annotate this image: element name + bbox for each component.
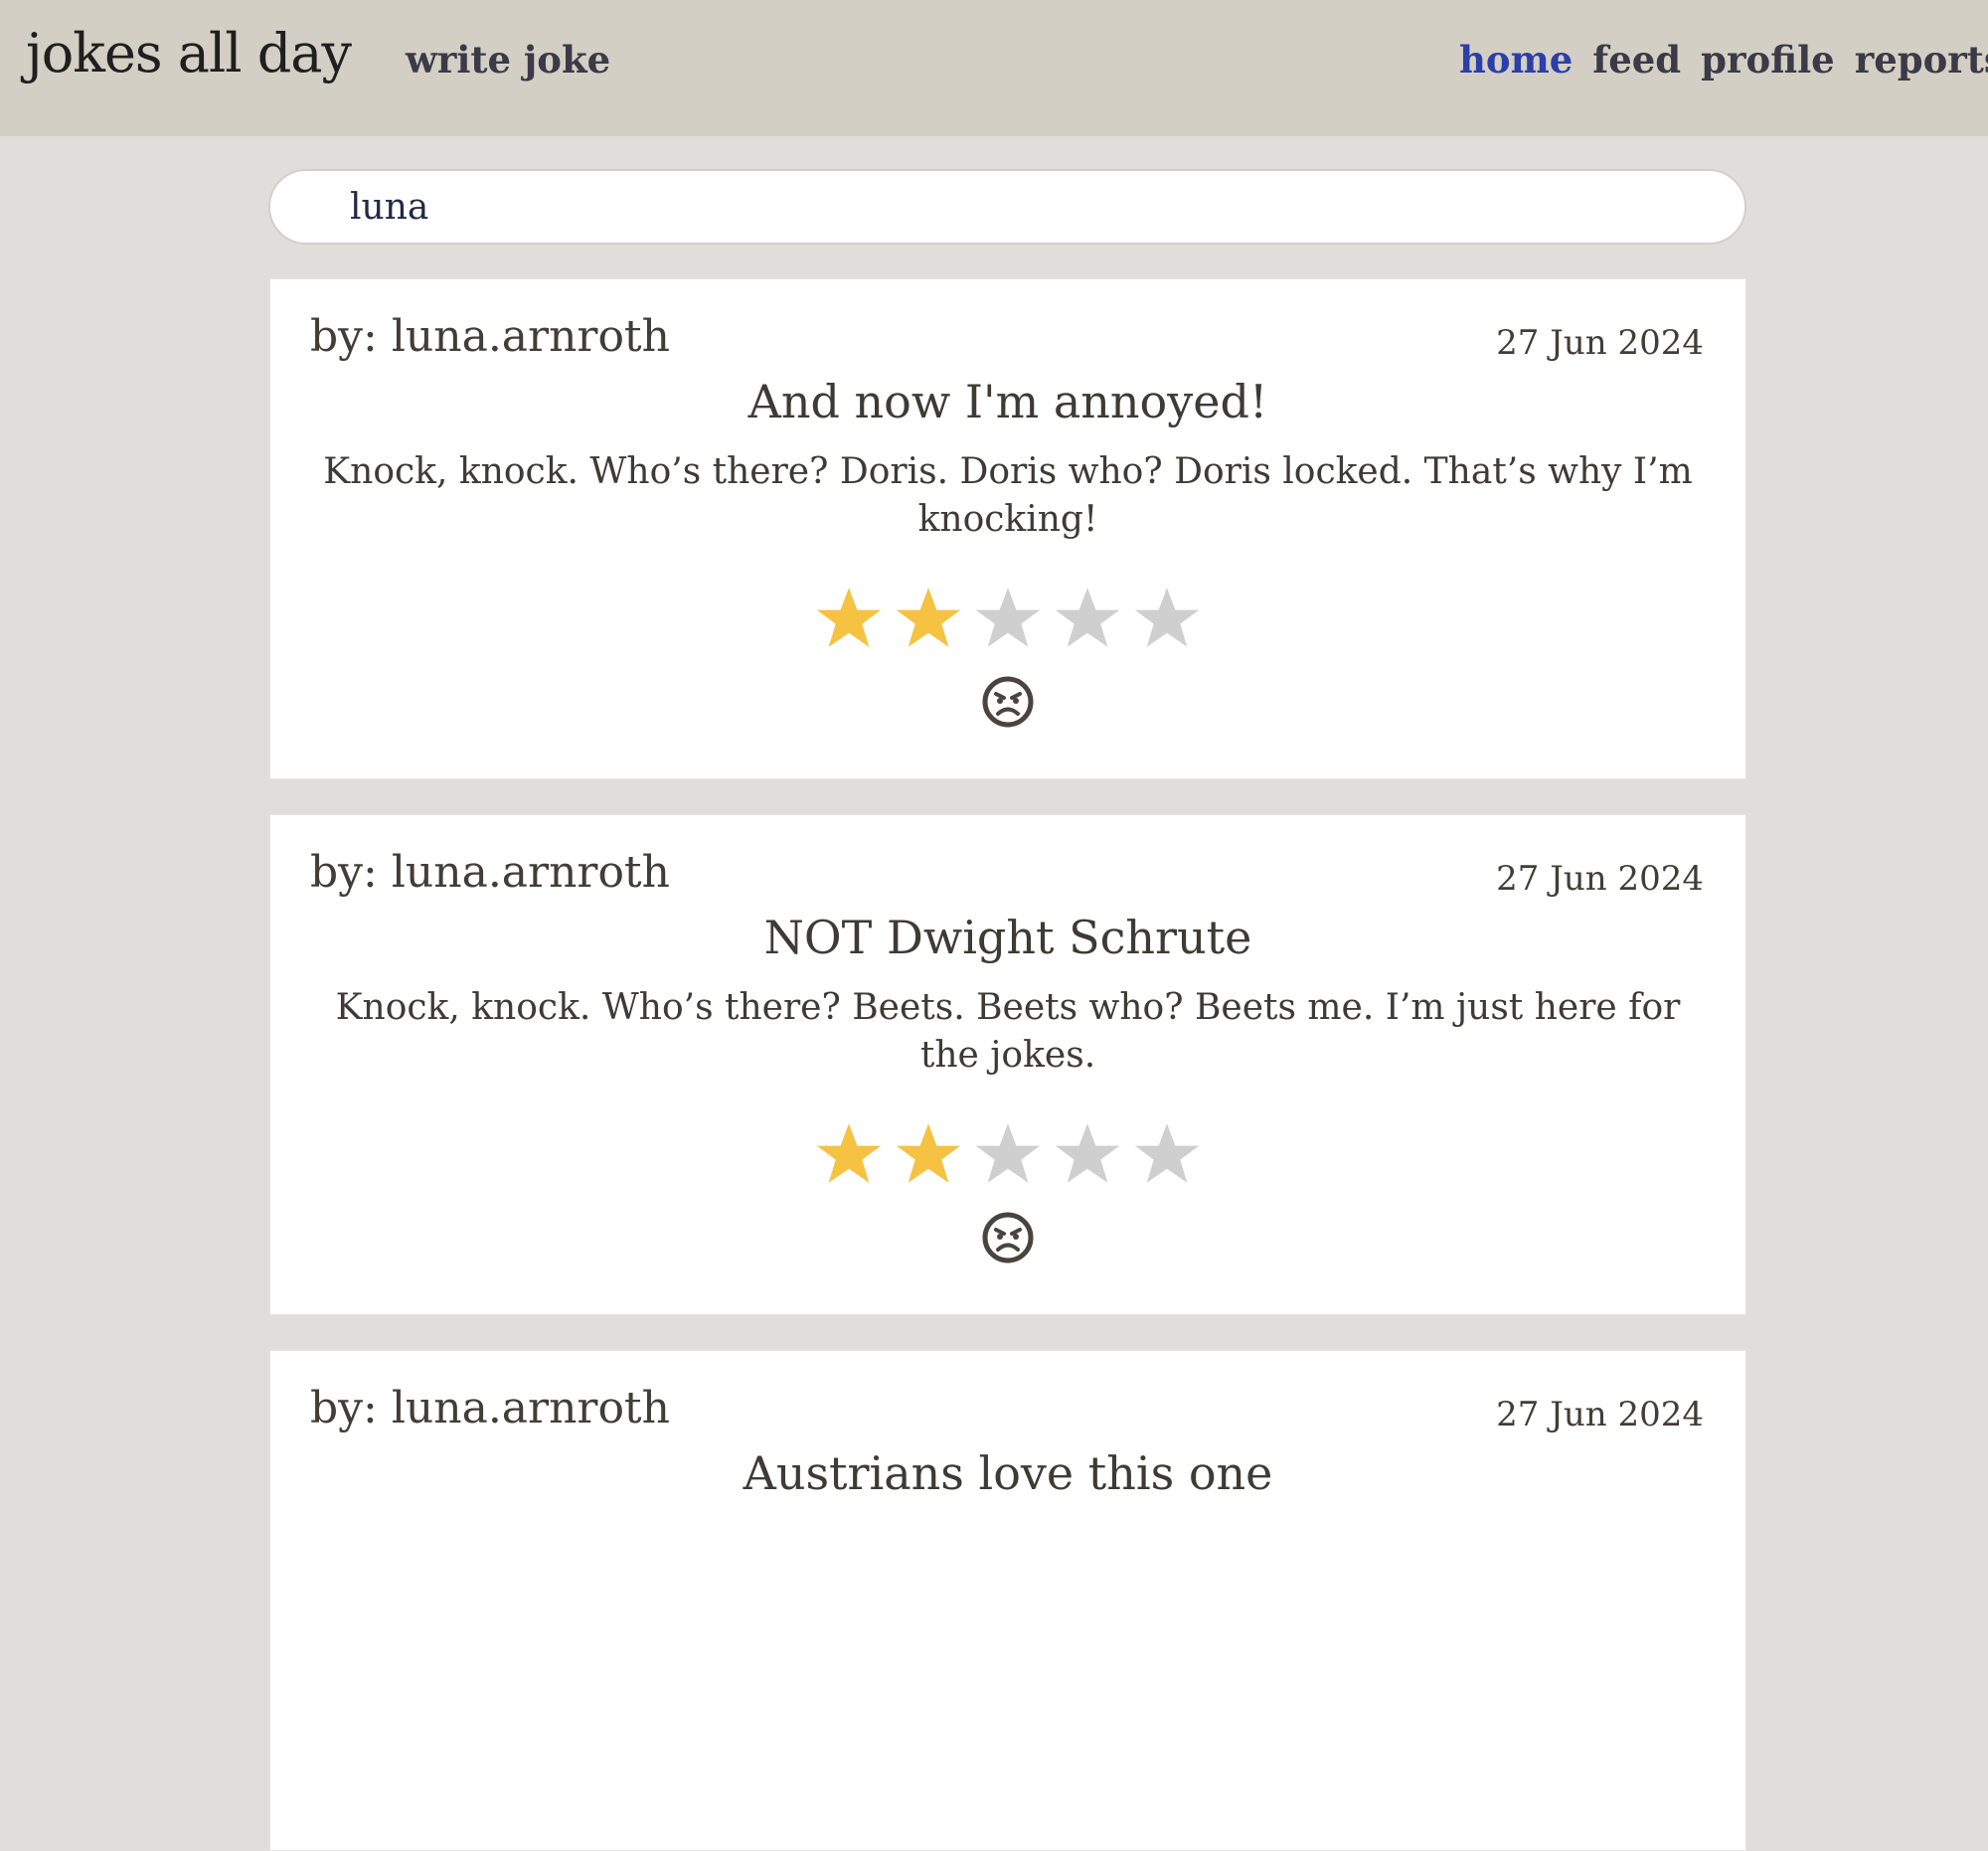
site-logo-text[interactable]: jokes all day [26, 22, 352, 84]
star-icon[interactable] [814, 584, 884, 653]
nav-feed-link[interactable]: feed [1592, 38, 1681, 82]
star-icon[interactable] [1053, 584, 1122, 653]
angry-face-icon[interactable] [981, 675, 1035, 729]
search-bar [268, 169, 1746, 245]
joke-date: 27 Jun 2024 [1496, 1395, 1704, 1434]
search-input[interactable] [270, 171, 1744, 243]
joke-title: And now I'm annoyed! [747, 375, 1268, 428]
star-icon[interactable] [973, 1119, 1043, 1189]
joke-card: by: luna.arnroth 27 Jun 2024 NOT Dwight Sc… [269, 814, 1746, 1315]
nav-reports-link[interactable]: reports [1855, 38, 1988, 82]
joke-date: 27 Jun 2024 [1496, 859, 1704, 899]
joke-author[interactable]: by: luna.arnroth [310, 1383, 670, 1433]
nav-profile-link[interactable]: profile [1701, 38, 1835, 82]
joke-title: Austrians love this one [743, 1446, 1273, 1500]
star-icon[interactable] [894, 1119, 963, 1189]
main-nav: home feed profile reports l [1459, 38, 1988, 82]
star-rating [270, 1119, 1745, 1189]
star-rating [270, 584, 1745, 653]
joke-body: Knock, knock. Who’s there? Doris. Doris … [323, 451, 1693, 540]
joke-body: Knock, knock. Who’s there? Beets. Beets … [335, 987, 1681, 1076]
star-icon[interactable] [1132, 1119, 1202, 1189]
joke-date: 27 Jun 2024 [1496, 323, 1704, 363]
star-icon[interactable] [1053, 1119, 1122, 1189]
joke-author[interactable]: by: luna.arnroth [310, 311, 670, 362]
joke-card: by: luna.arnroth 27 Jun 2024 And now I'm a… [269, 278, 1746, 779]
write-joke-link[interactable]: write joke [406, 38, 610, 82]
star-icon[interactable] [1132, 584, 1202, 653]
joke-author[interactable]: by: luna.arnroth [310, 847, 670, 898]
angry-face-icon[interactable] [981, 1211, 1035, 1264]
top-navigation-bar: jokes all day write joke home feed profi… [0, 0, 1988, 136]
star-icon[interactable] [894, 584, 963, 653]
star-icon[interactable] [973, 584, 1043, 653]
star-icon[interactable] [814, 1119, 884, 1189]
joke-title: NOT Dwight Schrute [763, 911, 1252, 964]
joke-card: by: luna.arnroth 27 Jun 2024 Austrians lov… [269, 1350, 1746, 1851]
nav-home-link[interactable]: home [1459, 38, 1573, 82]
